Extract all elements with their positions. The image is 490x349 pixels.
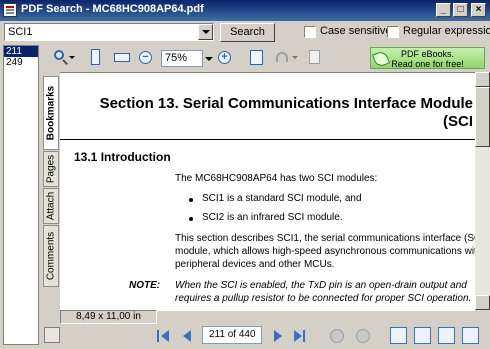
chevron-down-icon[interactable] (198, 24, 213, 40)
copy-button[interactable] (306, 48, 326, 68)
pdf-search-window: PDF Search - MC68HC908AP64.pdf _ □ × SCI… (0, 0, 490, 349)
zoom-out-button[interactable]: − (136, 48, 156, 68)
previous-page-button[interactable] (179, 327, 197, 345)
chevron-down-icon (292, 56, 298, 59)
minimize-button[interactable]: _ (436, 3, 451, 17)
copy-icon (309, 50, 320, 64)
last-page-icon (294, 330, 302, 342)
zoom-tool-dropdown[interactable] (68, 48, 76, 68)
fit-width-button[interactable] (112, 48, 132, 68)
bullet-marker (189, 198, 193, 202)
subheading: 13.1 Introduction (74, 150, 171, 164)
next-page-icon (274, 330, 282, 342)
toolbar: − 75% + PDF eBooks. Read one for free! (40, 44, 490, 72)
fit-height-button[interactable] (86, 48, 106, 68)
paragraph-line: module, which allows high-speed asynchro… (175, 246, 475, 257)
page-indicator-input[interactable]: 211 of 440 (202, 326, 262, 344)
rotate-dropdown[interactable] (291, 48, 299, 68)
zoom-level-dropdown[interactable] (203, 50, 215, 67)
search-row: SCI1 Search Case sensitive Regular expre… (0, 21, 490, 44)
vertical-scrollbar[interactable] (475, 72, 490, 310)
zoom-level-input[interactable]: 75% (161, 50, 203, 67)
scroll-up-button[interactable] (475, 72, 490, 87)
tab-bookmarks-label: Bookmarks (45, 85, 57, 141)
tab-pages-label: Pages (45, 154, 57, 184)
note-line: When the SCI is enabled, the TxD pin is … (175, 280, 467, 291)
magnifier-icon (54, 50, 64, 60)
result-page-item[interactable]: 249 (4, 57, 38, 68)
regex-checkbox[interactable] (387, 26, 399, 38)
scroll-thumb[interactable] (475, 87, 490, 147)
first-page-bar (157, 330, 159, 342)
maximize-button[interactable]: □ (453, 3, 468, 17)
tab-comments[interactable]: Comments (43, 225, 59, 287)
close-button[interactable]: × (471, 3, 486, 17)
previous-page-icon (183, 330, 191, 342)
last-page-bar (303, 330, 305, 342)
section-title-continued: (SCI (443, 113, 473, 130)
case-sensitive-checkbox[interactable] (304, 26, 316, 38)
paragraph-line: This section describes SCI1, the serial … (175, 233, 475, 244)
rotate-button[interactable] (273, 48, 293, 68)
search-query: SCI1 (8, 26, 33, 38)
note-line: requires a pullup resistor to be connect… (175, 293, 472, 304)
window-title: PDF Search - MC68HC908AP64.pdf (21, 3, 204, 15)
next-page-button[interactable] (268, 327, 286, 345)
check-document-icon (250, 50, 263, 65)
tab-comments-label: Comments (45, 231, 57, 281)
section-rule (60, 139, 475, 140)
pdf-ebooks-button[interactable]: PDF eBooks. Read one for free! (370, 47, 485, 69)
single-page-view-button[interactable] (390, 327, 407, 344)
search-input[interactable]: SCI1 (4, 23, 214, 41)
zoom-out-icon: − (139, 51, 152, 64)
case-sensitive-label: Case sensitive (320, 25, 392, 37)
last-page-button[interactable] (292, 327, 310, 345)
zoom-in-button[interactable]: + (215, 48, 235, 68)
continuous-facing-view-button[interactable] (462, 327, 479, 344)
bullet-item: SCI1 is a standard SCI module, and (202, 193, 362, 204)
rotate-icon (276, 52, 288, 62)
tab-attach[interactable]: Attach (43, 188, 59, 224)
document-view[interactable]: Section 13. Serial Communications Interf… (60, 72, 475, 311)
back-icon[interactable] (330, 329, 344, 343)
paragraph-line: peripheral devices and other MCUs. (175, 259, 335, 270)
tab-bookmarks[interactable]: Bookmarks (43, 76, 59, 150)
fit-height-icon (91, 49, 100, 65)
app-icon (3, 3, 17, 17)
regex-label: Regular expression (403, 25, 490, 37)
tab-attach-label: Attach (45, 191, 57, 221)
first-page-icon (161, 330, 169, 342)
facing-view-button[interactable] (438, 327, 455, 344)
spellcheck-button[interactable] (247, 48, 267, 68)
chevron-down-icon (69, 56, 75, 59)
page-size-display: 8,49 x 11,00 in (60, 310, 157, 324)
side-tabs: Bookmarks Pages Attach Comments (42, 72, 61, 322)
bullet-item: SCI2 is an infrared SCI module. (202, 212, 343, 223)
result-page-item[interactable]: 211 (4, 46, 38, 57)
scroll-down-button[interactable] (475, 295, 490, 310)
forward-icon[interactable] (356, 329, 370, 343)
search-button[interactable]: Search (220, 23, 275, 42)
continuous-view-button[interactable] (414, 327, 431, 344)
first-page-button[interactable] (155, 327, 173, 345)
paragraph: The MC68HC908AP64 has two SCI modules: (175, 173, 378, 184)
note-label: NOTE: (129, 280, 161, 291)
section-title: Section 13. Serial Communications Interf… (99, 95, 473, 112)
bullet-marker (189, 217, 193, 221)
panel-toggle-button[interactable] (44, 327, 60, 343)
tab-pages[interactable]: Pages (43, 151, 59, 187)
title-bar: PDF Search - MC68HC908AP64.pdf _ □ × (0, 0, 490, 21)
zoom-in-icon: + (218, 51, 231, 64)
results-page-list[interactable]: 211 249 (3, 45, 39, 345)
fit-width-icon (114, 53, 130, 62)
